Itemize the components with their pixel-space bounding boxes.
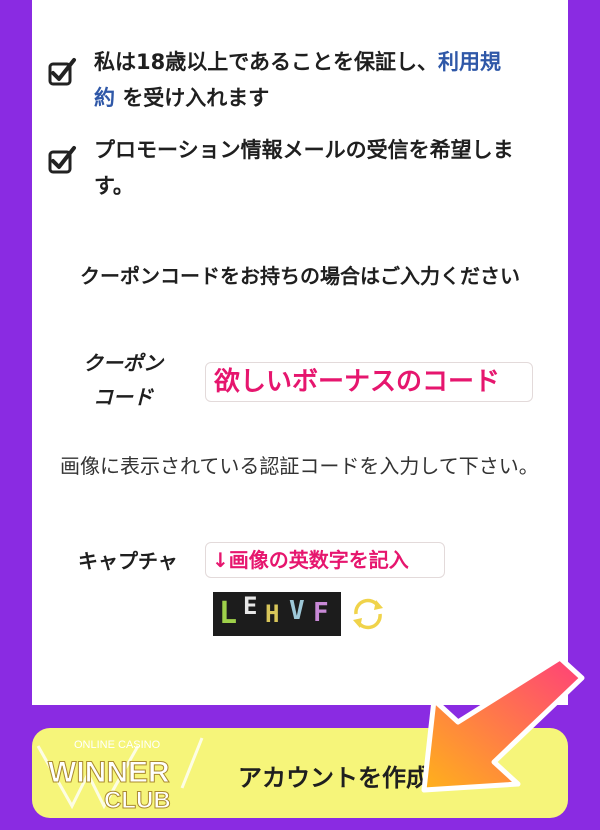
logo-line1: ONLINE CASINO — [74, 739, 161, 751]
captcha-image: L E H V F — [213, 592, 341, 636]
winner-club-logo: ONLINE CASINO WINNER CLUB — [36, 737, 204, 815]
coupon-hint: クーポンコードをお持ちの場合はご入力ください — [80, 264, 520, 288]
captcha-char: L — [219, 596, 238, 631]
captcha-char: H — [265, 600, 280, 628]
promo-agreement-text: プロモーション情報メールの受信を希望します。 — [94, 138, 514, 198]
logo-line2: WINNER — [48, 756, 170, 789]
checkbox-checked-icon[interactable] — [44, 54, 78, 88]
create-account-label: アカウントを作成 — [238, 764, 430, 792]
coupon-input[interactable]: 欲しいボーナスのコード — [205, 362, 533, 402]
captcha-char: V — [289, 596, 305, 626]
refresh-icon[interactable] — [346, 592, 390, 636]
age-agreement-suffix: を受け入れます — [122, 86, 270, 110]
arrow-pointer-icon — [421, 655, 585, 793]
captcha-label: キャプチャ — [78, 549, 178, 573]
captcha-char: E — [243, 592, 258, 620]
promo-agreement-row[interactable]: プロモーション情報メールの受信を希望します。 — [48, 132, 520, 204]
age-agreement-row[interactable]: 私は18歳以上であることを保証し、利用規約 を受け入れます — [48, 44, 520, 116]
age-agreement-text: 私は18歳以上であることを保証し、利用規約 を受け入れます — [94, 44, 520, 116]
captcha-hint: 画像に表示されている認証コードを入力して下さい。 — [60, 454, 539, 478]
captcha-input[interactable]: ↓画像の英数字を記入 — [205, 542, 445, 578]
coupon-label: クーポン コード — [60, 346, 186, 414]
logo-line3: CLUB — [104, 787, 171, 814]
coupon-label-line1: クーポン — [83, 351, 163, 375]
age-agreement-prefix: 私は18歳以上であることを保証し、 — [94, 50, 439, 74]
checkbox-checked-icon[interactable] — [44, 142, 78, 176]
captcha-char: F — [313, 598, 329, 628]
coupon-label-line2: コード — [93, 385, 153, 409]
